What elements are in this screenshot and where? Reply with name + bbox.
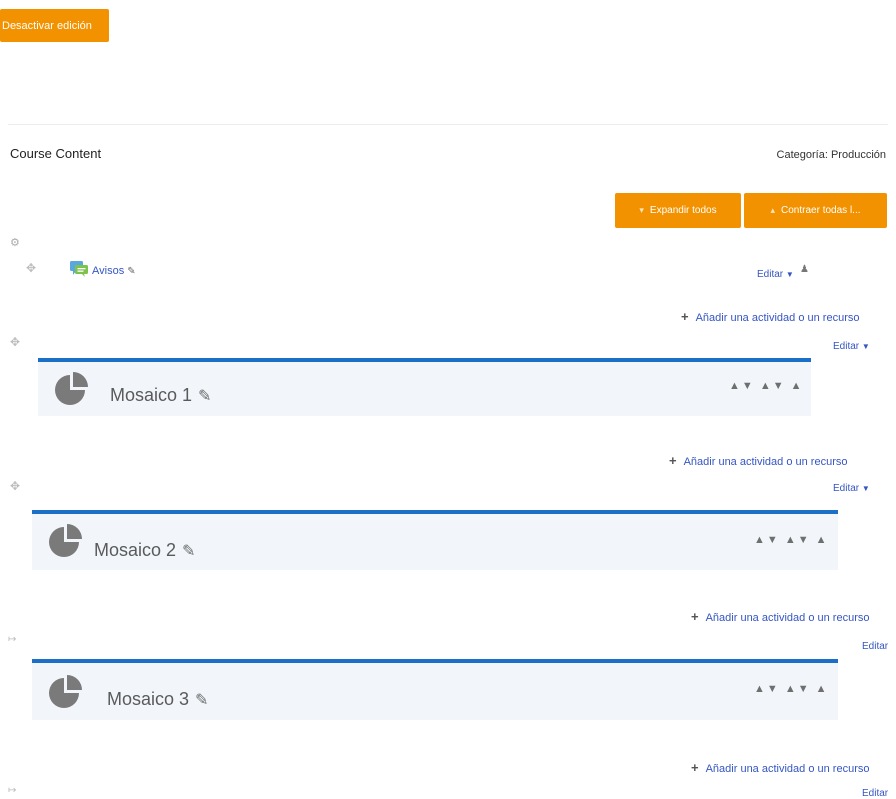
plus-icon: + [669,453,677,468]
avisos-label: Avisos [92,265,125,277]
caret-down-icon: ▼ [785,270,794,279]
pencil-icon[interactable]: ✎ [195,692,208,709]
pie-chart-icon [49,675,82,708]
tile-edit-menu[interactable]: Editar ▼ [833,483,870,494]
pencil-icon[interactable]: ✎ [182,543,195,560]
edit-label: Editar [862,788,889,799]
edit-label: Editar [833,483,860,494]
add-activity-label: Añadir una actividad o un recurso [695,312,860,324]
user-icon[interactable]: ♟ [800,264,809,275]
plus-icon: + [681,309,689,324]
collapse-icon: ▴ [770,205,776,215]
forum-icon [70,261,88,277]
collapse-all-label: Contraer todas l... [781,205,861,216]
edit-label: Editar [862,641,889,652]
tile-name-text: Mosaico 1 [110,385,193,405]
tile-move-controls[interactable]: ▲▼ ▲▼ ▲▼ ▲ [729,380,801,392]
pencil-icon[interactable]: ✎ [127,266,135,277]
add-activity-link[interactable]: + Añadir una actividad o un recurso [691,609,869,624]
caret-down-icon: ▼ [861,342,870,351]
add-activity-label: Añadir una actividad o un recurso [683,456,848,468]
pie-chart-icon [55,372,88,405]
edit-label: Editar [757,269,784,280]
tile-mosaico-2[interactable]: Mosaico 2 ✎ ▲▼ ▲▼ ▲▼ ▲ [32,510,838,570]
add-activity-label: Añadir una actividad o un recurso [705,763,870,775]
caret-down-icon: ▼ [861,484,870,493]
add-activity-link[interactable]: + Añadir una actividad o un recurso [669,453,847,468]
pencil-icon[interactable]: ✎ [198,388,211,405]
gear-icon[interactable]: ⚙ [10,236,20,249]
avisos-edit-menu[interactable]: Editar ▼ [757,269,794,280]
tile-title[interactable]: Mosaico 2 ✎ [94,540,195,561]
toggle-edit-button[interactable]: Desactivar edición [0,9,109,42]
plus-icon: + [691,609,699,624]
expand-all-button[interactable]: ▾ Expandir todos [615,193,741,228]
tile-edit-menu[interactable]: Editar [862,641,888,652]
add-activity-link[interactable]: + Añadir una actividad o un recurso [691,760,869,775]
tile-mosaico-3[interactable]: Mosaico 3 ✎ ▲▼ ▲▼ ▲▼ ▲ [32,659,838,720]
avisos-link[interactable]: Avisos ✎ [92,265,136,277]
tile-name-text: Mosaico 2 [94,540,177,560]
divider [8,124,888,125]
edit-label: Editar [833,341,860,352]
tile-edit-menu[interactable]: Editar [862,788,888,799]
plus-icon: + [691,760,699,775]
move-icon[interactable]: ↦ [8,785,16,796]
pie-chart-icon [49,524,82,557]
expand-icon: ▾ [639,205,644,215]
move-icon[interactable]: ✥ [26,261,36,275]
tile-mosaico-1[interactable]: Mosaico 1 ✎ ▲▼ ▲▼ ▲▼ ▲ [38,358,811,416]
move-icon[interactable]: ↦ [8,634,16,645]
tile-move-controls[interactable]: ▲▼ ▲▼ ▲▼ ▲ [754,534,830,546]
tile-edit-menu[interactable]: Editar ▼ [833,341,870,352]
tile-name-text: Mosaico 3 [107,689,190,709]
add-activity-label: Añadir una actividad o un recurso [705,612,870,624]
tile-title[interactable]: Mosaico 1 ✎ [110,385,211,406]
collapse-all-button[interactable]: ▴ Contraer todas l... [744,193,887,228]
tile-move-controls[interactable]: ▲▼ ▲▼ ▲▼ ▲ [754,683,826,695]
tile-title[interactable]: Mosaico 3 ✎ [107,689,208,710]
move-icon[interactable]: ✥ [10,479,20,493]
add-activity-link[interactable]: + Añadir una actividad o un recurso [681,309,859,324]
move-icon[interactable]: ✥ [10,335,20,349]
expand-all-label: Expandir todos [649,205,717,216]
page-title: Course Content [10,146,102,161]
toggle-edit-label: Desactivar edición [2,19,92,32]
course-category: Categoría: Producción [776,149,886,161]
